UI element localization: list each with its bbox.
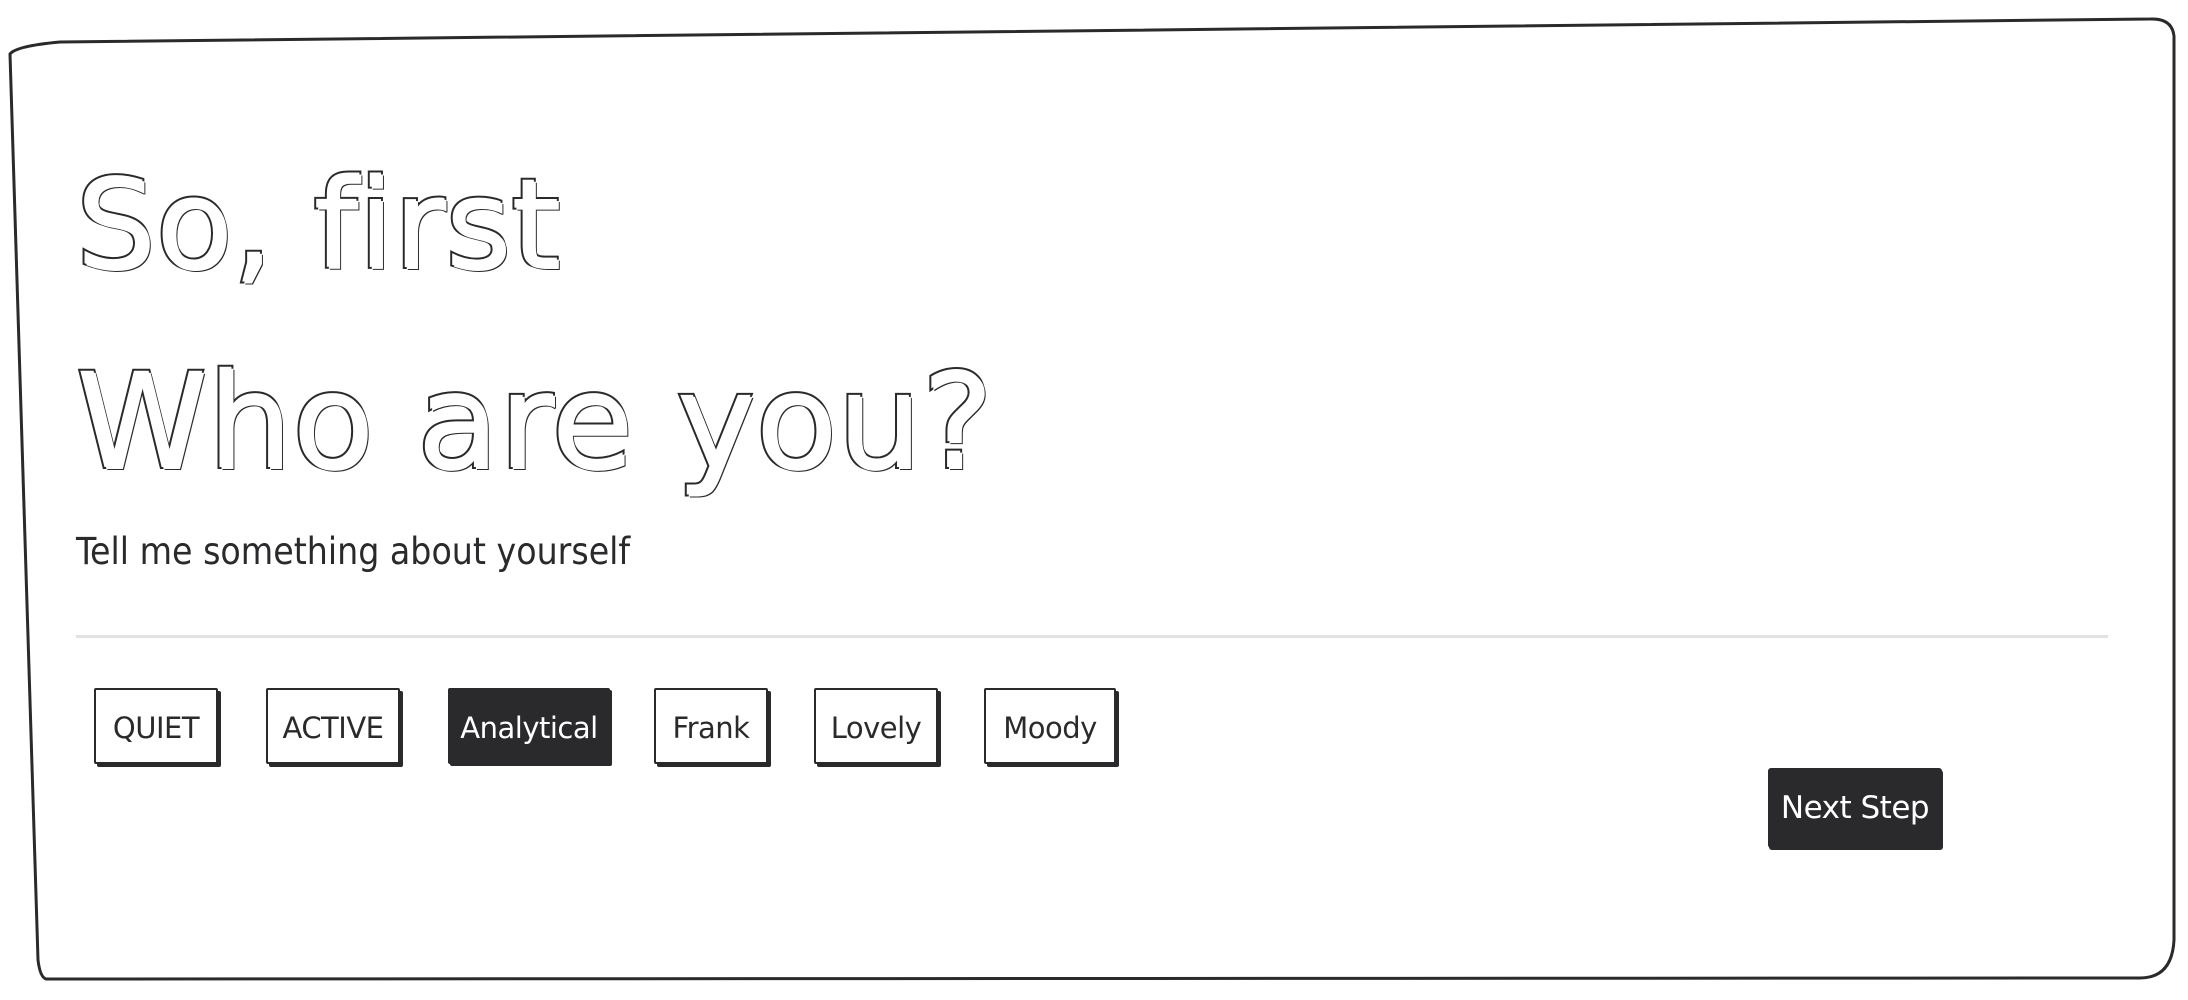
onboarding-card: So, first Who are you? Tell me something… [0, 0, 2188, 1000]
tag-quiet[interactable]: QUIET [94, 688, 218, 764]
heading-line-1: So, first [74, 151, 562, 299]
tag-frank[interactable]: Frank [654, 688, 768, 764]
heading-line-2: Who are you? [74, 343, 994, 501]
divider [76, 635, 2108, 638]
next-step-button[interactable]: Next Step [1768, 768, 1942, 848]
tag-analytical[interactable]: Analytical [448, 688, 610, 764]
subtitle: Tell me something about yourself [76, 530, 631, 573]
tag-moody[interactable]: Moody [984, 688, 1116, 764]
tag-lovely[interactable]: Lovely [814, 688, 938, 764]
tag-active[interactable]: ACTIVE [266, 688, 400, 764]
